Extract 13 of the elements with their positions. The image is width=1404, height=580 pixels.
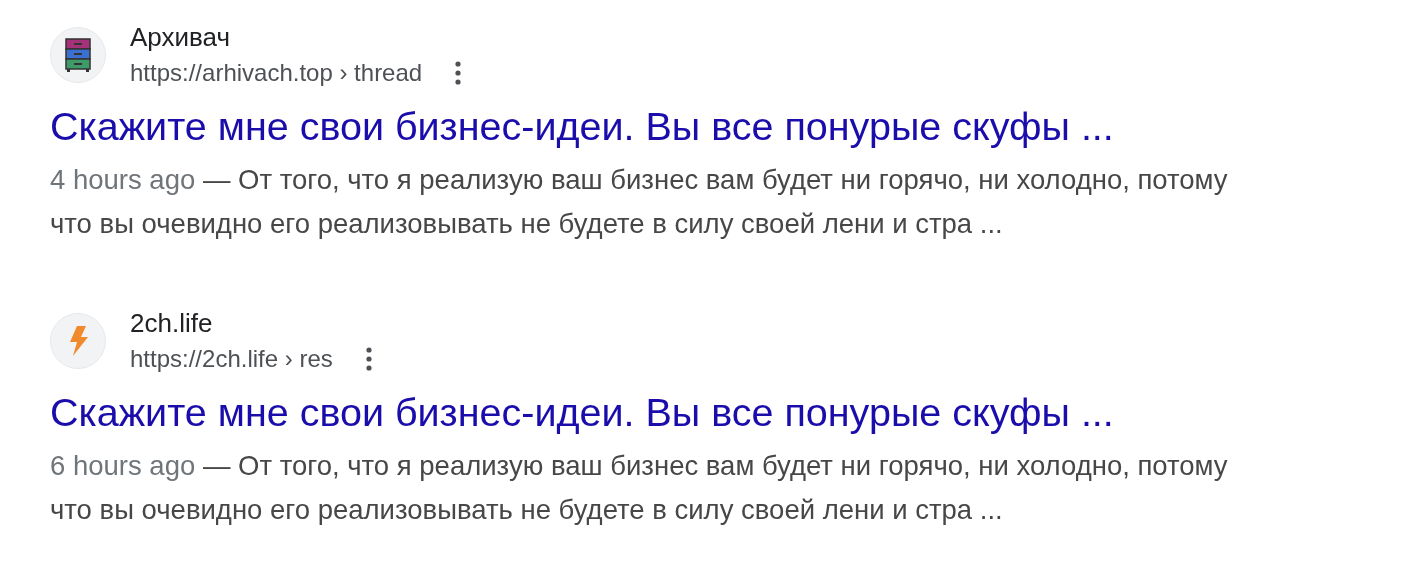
result-title-link[interactable]: Скажите мне свои бизнес-идеи. Вы все понурые скуфы ... <box>50 388 1114 436</box>
result-title-link[interactable]: Скажите мне свои бизнес-идеи. Вы все понурые скуфы ... <box>50 102 1114 150</box>
more-icon <box>455 61 462 85</box>
more-icon <box>365 347 372 371</box>
drawers-icon <box>65 38 91 72</box>
result-snippet: 4 hours ago — От того, что я реализую ваш бизнес вам будет ни горячо, ни холодно, потому что вы очевидно его реализовывать не будете в силу своей лени и стра ... <box>50 163 1229 241</box>
result-snippet: 6 hours ago — От того, что я реализую ваш бизнес вам будет ни горячо, ни холодно, потому что вы очевидно его реализовывать не будете в силу своей лени и стра ... <box>50 449 1229 527</box>
site-name: 2ch.life <box>130 308 214 338</box>
lightning-icon <box>68 326 88 356</box>
result-url[interactable]: https://2ch.life › res <box>130 344 333 374</box>
site-name: Архивач <box>130 22 231 52</box>
site-favicon[interactable] <box>50 27 106 83</box>
result-url[interactable]: https://arhivach.top › thread <box>130 58 423 88</box>
